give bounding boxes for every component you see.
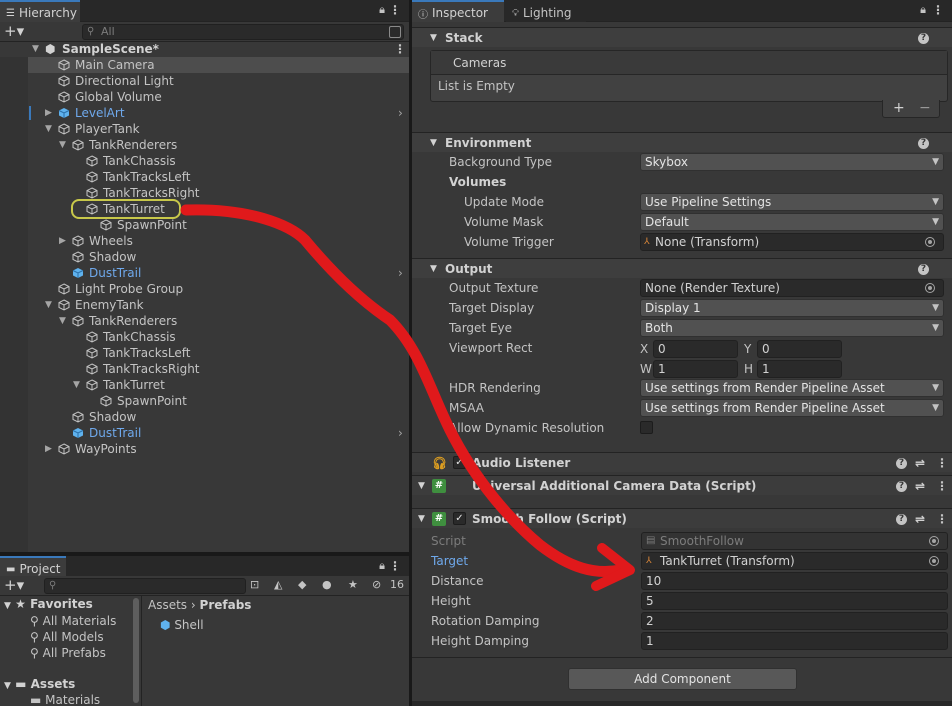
annotation-red-arrow <box>180 204 626 578</box>
annotation-highlight-circle <box>71 199 181 219</box>
unity-editor: ☰ Hierarchy 🔒︎ ⋮ +▾ ⚲ All ▼ ⬢ SampleScen… <box>0 0 952 706</box>
annotation-overlay <box>71 199 635 591</box>
